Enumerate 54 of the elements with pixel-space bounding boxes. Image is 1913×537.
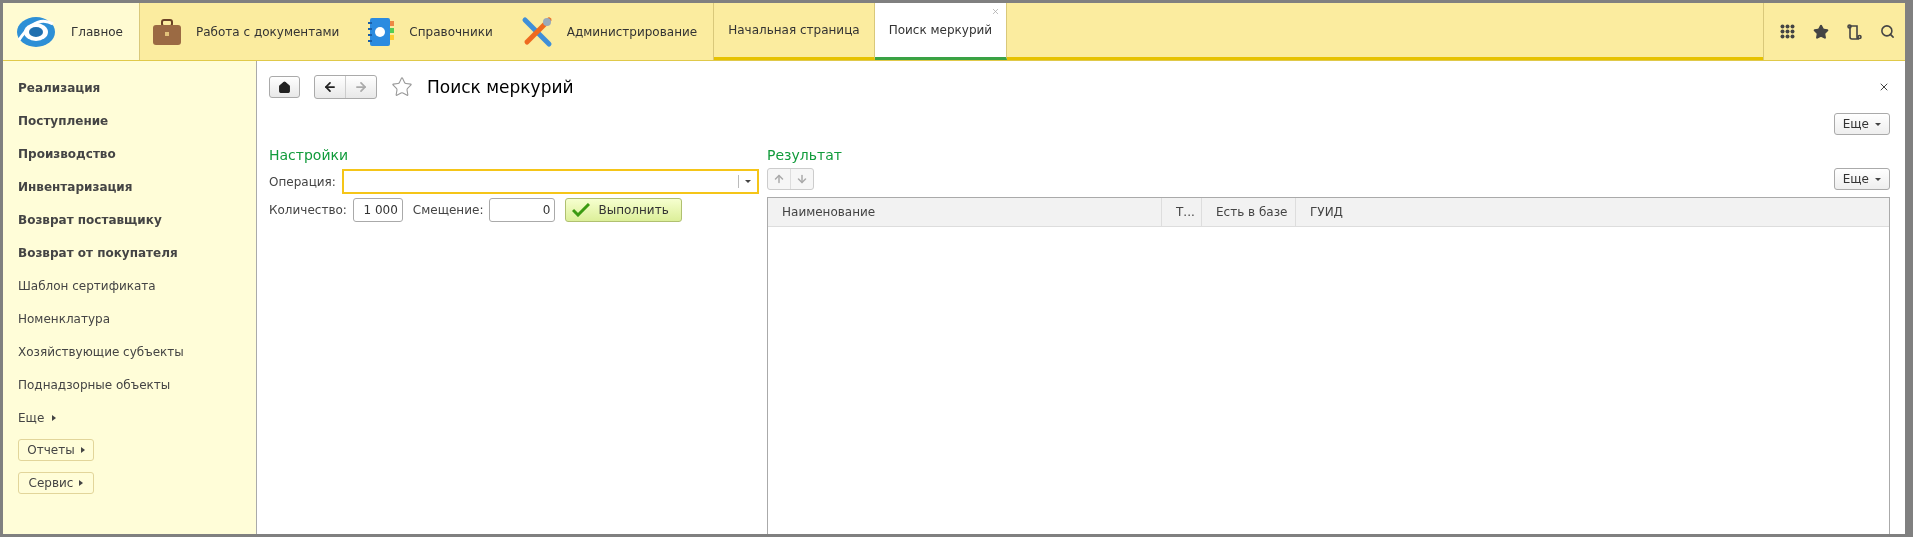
quantity-field[interactable]: 1 000 [352, 198, 403, 222]
column-header[interactable]: Есть в базе [1202, 198, 1296, 226]
submenu-arrow-icon [79, 480, 84, 486]
group-heading: Настройки [269, 147, 350, 165]
close-icon[interactable] [1878, 81, 1890, 93]
column-header[interactable]: Наименование [768, 198, 1162, 226]
home-icon [278, 80, 291, 94]
section-label: Справочники [409, 24, 493, 39]
submenu-arrow-icon [80, 447, 85, 453]
column-header[interactable]: ГУИД [1296, 198, 1889, 226]
section-label: Главное [71, 24, 123, 39]
section-tab[interactable]: Работа с документами [140, 3, 356, 60]
briefcase-icon [152, 17, 182, 46]
down-arrow-icon [796, 173, 808, 185]
home-button[interactable] [269, 76, 300, 98]
sidebar-item[interactable]: Еще [18, 401, 256, 434]
section-tab[interactable]: Администрирование [508, 3, 714, 60]
section-label: Администрирование [566, 24, 698, 39]
sidebar-item[interactable]: Поступление [18, 104, 256, 137]
search-icon[interactable] [1880, 24, 1895, 39]
sidebar-item[interactable]: Возврат поставщику [18, 203, 256, 236]
star-icon[interactable] [391, 76, 413, 98]
section-tab[interactable]: Главное [3, 3, 140, 60]
scroll-icon[interactable] [1847, 23, 1862, 40]
up-arrow-icon [773, 173, 785, 185]
page-tab[interactable]: Поиск меркурий [874, 3, 1008, 60]
checkmark-icon [572, 203, 591, 217]
sidebar-item[interactable]: Хозяйствующие субъекты [18, 335, 256, 368]
group-heading: Результат [767, 147, 843, 165]
sidebar-item[interactable]: Шаблон сертификата [18, 269, 256, 302]
field-label: Смещение: [412, 203, 484, 217]
sidebar-item[interactable]: Инвентаризация [18, 170, 256, 203]
field-label: Операция: [269, 174, 336, 189]
section-tab[interactable]: Справочники [355, 3, 509, 60]
sidebar-item[interactable]: Номенклатура [18, 302, 256, 335]
sidebar-item[interactable]: Возврат от покупателя [18, 236, 256, 269]
more-button[interactable]: Еще [1833, 168, 1890, 190]
tools-icon [520, 15, 553, 48]
grid-icon[interactable] [1780, 24, 1795, 39]
menu-button[interactable]: Отчеты [18, 439, 94, 461]
sidebar-item[interactable]: Поднадзорные объекты [18, 368, 256, 401]
sidebar-item[interactable]: Реализация [18, 71, 256, 104]
field-label: Количество: [269, 203, 347, 217]
section-label: Работа с документами [196, 24, 340, 39]
notebook-icon [367, 16, 396, 47]
run-button[interactable]: Выполнить [565, 198, 682, 222]
menu-button[interactable]: Сервис [18, 472, 94, 494]
sidebar-item[interactable]: Производство [18, 137, 256, 170]
column-header[interactable]: Т... [1162, 198, 1202, 226]
form-title: Поиск меркурий [427, 77, 575, 97]
offset-field[interactable]: 0 [489, 198, 556, 222]
more-button[interactable]: Еще [1833, 113, 1890, 135]
star-icon[interactable] [1813, 23, 1829, 40]
submenu-arrow-icon [52, 414, 57, 421]
